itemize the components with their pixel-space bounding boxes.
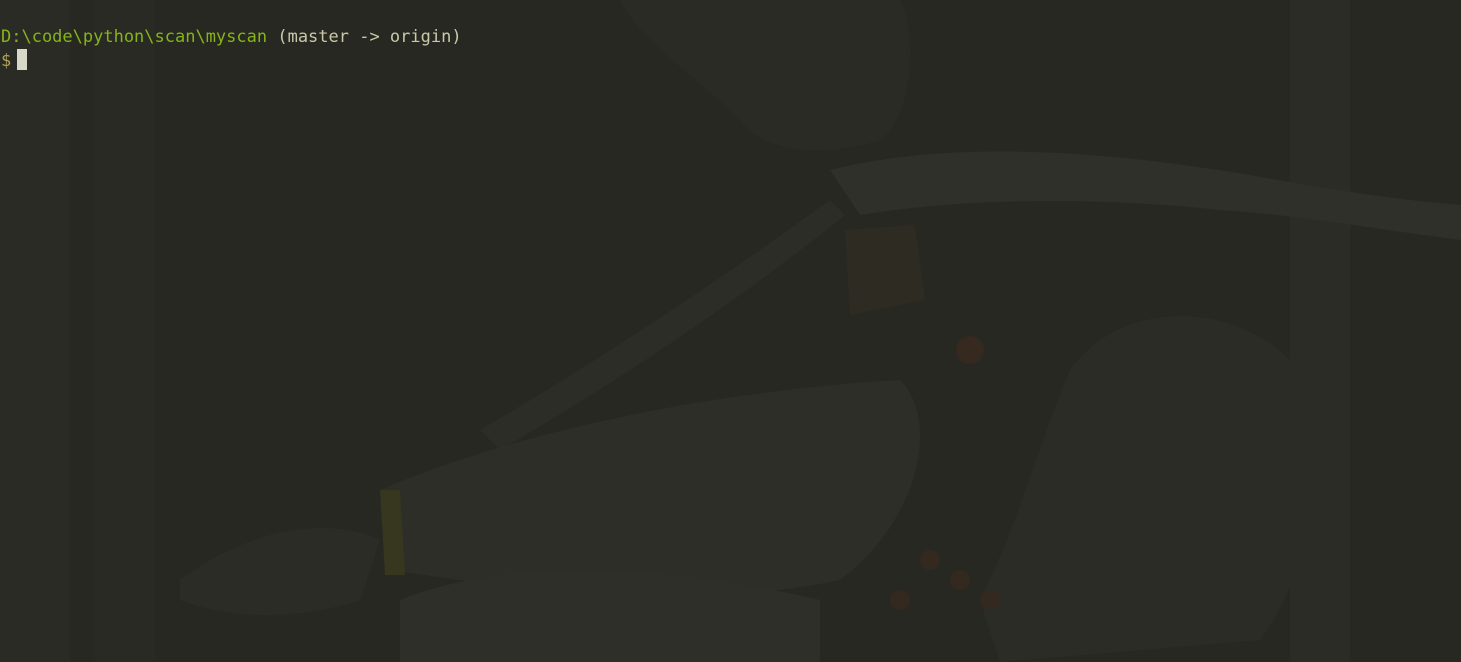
git-branch-info: (master -> origin) (267, 27, 462, 47)
block-cursor-icon (17, 49, 28, 70)
prompt-header-line: D:\code\python\scan\myscan (master -> or… (1, 26, 1441, 49)
terminal-window[interactable]: D:\code\python\scan\myscan (master -> or… (0, 0, 1461, 662)
prompt-symbol: $ (1, 51, 12, 71)
cwd-path: D:\code\python\scan\myscan (1, 27, 268, 47)
terminal-content[interactable]: D:\code\python\scan\myscan (master -> or… (1, 26, 1441, 646)
input-line[interactable]: $ (1, 49, 1441, 72)
